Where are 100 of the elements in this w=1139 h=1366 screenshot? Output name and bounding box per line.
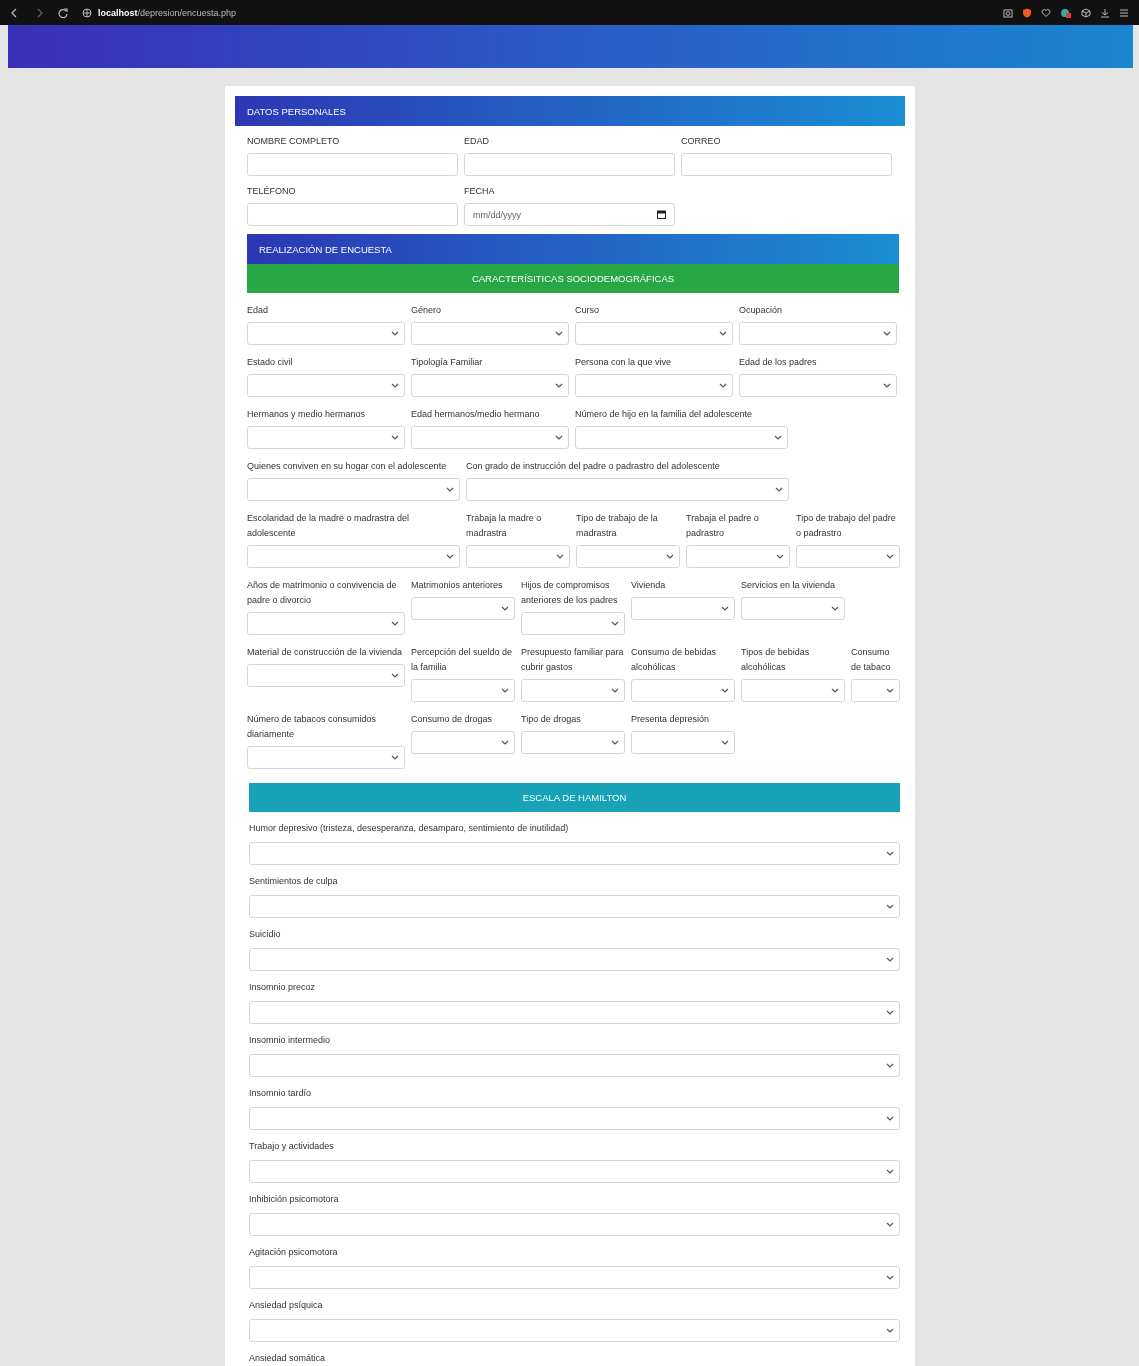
section-header: DATOS PERSONALES: [235, 96, 905, 126]
section-header: REALIZACIÓN DE ENCUESTA: [247, 234, 899, 264]
field-label: Número de hijo en la familia del adolescente: [575, 408, 754, 421]
select-field[interactable]: [851, 679, 900, 702]
select-field[interactable]: [411, 374, 569, 397]
select-field[interactable]: [247, 426, 405, 449]
select-field[interactable]: [247, 322, 405, 345]
chevron-icon: [721, 605, 729, 612]
select-field[interactable]: [249, 1107, 900, 1130]
shield-icon[interactable]: [1022, 7, 1032, 18]
select-field[interactable]: [411, 679, 515, 702]
chevron-icon: [611, 739, 619, 746]
select-field[interactable]: [741, 597, 845, 620]
select-field[interactable]: [411, 597, 515, 620]
field-label: Percepción del sueldo de la familia: [411, 646, 514, 674]
chevron-icon: [555, 434, 563, 441]
select-field[interactable]: [739, 374, 897, 397]
text-field[interactable]: [681, 153, 892, 176]
select-field[interactable]: [631, 597, 735, 620]
chevron-icon: [666, 553, 674, 560]
select-field[interactable]: [249, 1160, 900, 1183]
select-field[interactable]: [521, 679, 625, 702]
chevron-icon: [555, 382, 563, 389]
chevron-icon: [886, 1274, 894, 1281]
select-field[interactable]: [411, 322, 569, 345]
select-field[interactable]: [466, 478, 789, 501]
field-label: Ansiedad somática: [249, 1352, 327, 1365]
section-header: CARACTERÍSITICAS SOCIODEMOGRÁFICAS: [247, 264, 899, 293]
field-label: Trabajo y actividades: [249, 1140, 335, 1153]
field-label: Tipología Familiar: [411, 356, 484, 369]
chevron-icon: [719, 330, 727, 337]
field-label: Tipos de bebidas alcohólicas: [741, 646, 811, 674]
select-field[interactable]: [521, 731, 625, 754]
select-field[interactable]: [796, 545, 900, 568]
select-field[interactable]: [247, 478, 460, 501]
field-label: Presupuesto familiar para cubrir gastos: [521, 646, 625, 674]
select-field[interactable]: [575, 322, 733, 345]
reload-icon[interactable]: [58, 7, 68, 18]
select-field[interactable]: [249, 1213, 900, 1236]
chevron-icon: [886, 1062, 894, 1069]
section-header: ESCALA DE HAMILTON: [249, 783, 900, 812]
chevron-icon: [886, 850, 894, 857]
select-field[interactable]: [686, 545, 790, 568]
select-field[interactable]: [631, 679, 735, 702]
text-field[interactable]: [464, 153, 675, 176]
select-field[interactable]: [631, 731, 735, 754]
address-bar[interactable]: localhost/depresion/encuesta.php: [98, 7, 237, 18]
field-label: Edad: [247, 304, 270, 317]
chevron-icon: [721, 739, 729, 746]
field-label: Consumo de tabaco: [851, 646, 892, 674]
field-label: Agitación psicomotora: [249, 1246, 339, 1259]
chevron-icon: [611, 687, 619, 694]
field-label: CORREO: [681, 135, 722, 148]
select-field[interactable]: [466, 545, 570, 568]
select-field[interactable]: [249, 842, 900, 865]
select-field[interactable]: [247, 612, 405, 635]
select-field[interactable]: [249, 895, 900, 918]
cube-icon[interactable]: [1081, 7, 1091, 18]
select-field[interactable]: [247, 545, 460, 568]
select-field[interactable]: [247, 374, 405, 397]
select-field[interactable]: [249, 1319, 900, 1342]
select-field[interactable]: [575, 426, 788, 449]
select-field[interactable]: [249, 1054, 900, 1077]
field-label: Tipo de trabajo de la madrastra: [576, 512, 659, 540]
field-label: Insomnio tardío: [249, 1087, 313, 1100]
chevron-icon: [776, 553, 784, 560]
field-label: Consumo de drogas: [411, 713, 494, 726]
select-field[interactable]: [249, 1266, 900, 1289]
select-field[interactable]: [247, 746, 405, 769]
field-label: Hermanos y medio hermanos: [247, 408, 367, 421]
select-field[interactable]: [249, 948, 900, 971]
chevron-icon: [501, 687, 509, 694]
field-label: NOMBRE COMPLETO: [247, 135, 341, 148]
chevron-icon: [886, 1327, 894, 1334]
select-field[interactable]: [249, 1001, 900, 1024]
chevron-icon: [886, 1115, 894, 1122]
menu-icon[interactable]: [1119, 7, 1129, 18]
field-label: EDAD: [464, 135, 490, 148]
download-icon[interactable]: [1100, 7, 1110, 18]
text-field[interactable]: [247, 203, 458, 226]
text-field[interactable]: [247, 153, 458, 176]
select-field[interactable]: [411, 731, 515, 754]
field-label: Ocupación: [739, 304, 784, 317]
select-field[interactable]: [411, 426, 569, 449]
select-field[interactable]: [247, 664, 405, 687]
field-label: Estado civil: [247, 356, 294, 369]
select-field[interactable]: [576, 545, 680, 568]
camera-icon[interactable]: [1003, 7, 1013, 18]
select-field[interactable]: [741, 679, 845, 702]
extension-icon[interactable]: [1060, 7, 1072, 18]
chevron-icon: [391, 672, 399, 679]
date-field[interactable]: mm/dd/yyyy: [464, 203, 675, 226]
chevron-icon: [501, 605, 509, 612]
field-label: Persona con la que vive: [575, 356, 673, 369]
heart-icon[interactable]: [1041, 7, 1051, 18]
chevron-icon: [775, 486, 783, 493]
select-field[interactable]: [521, 612, 625, 635]
select-field[interactable]: [739, 322, 897, 345]
select-field[interactable]: [575, 374, 733, 397]
chevron-icon: [391, 330, 399, 337]
